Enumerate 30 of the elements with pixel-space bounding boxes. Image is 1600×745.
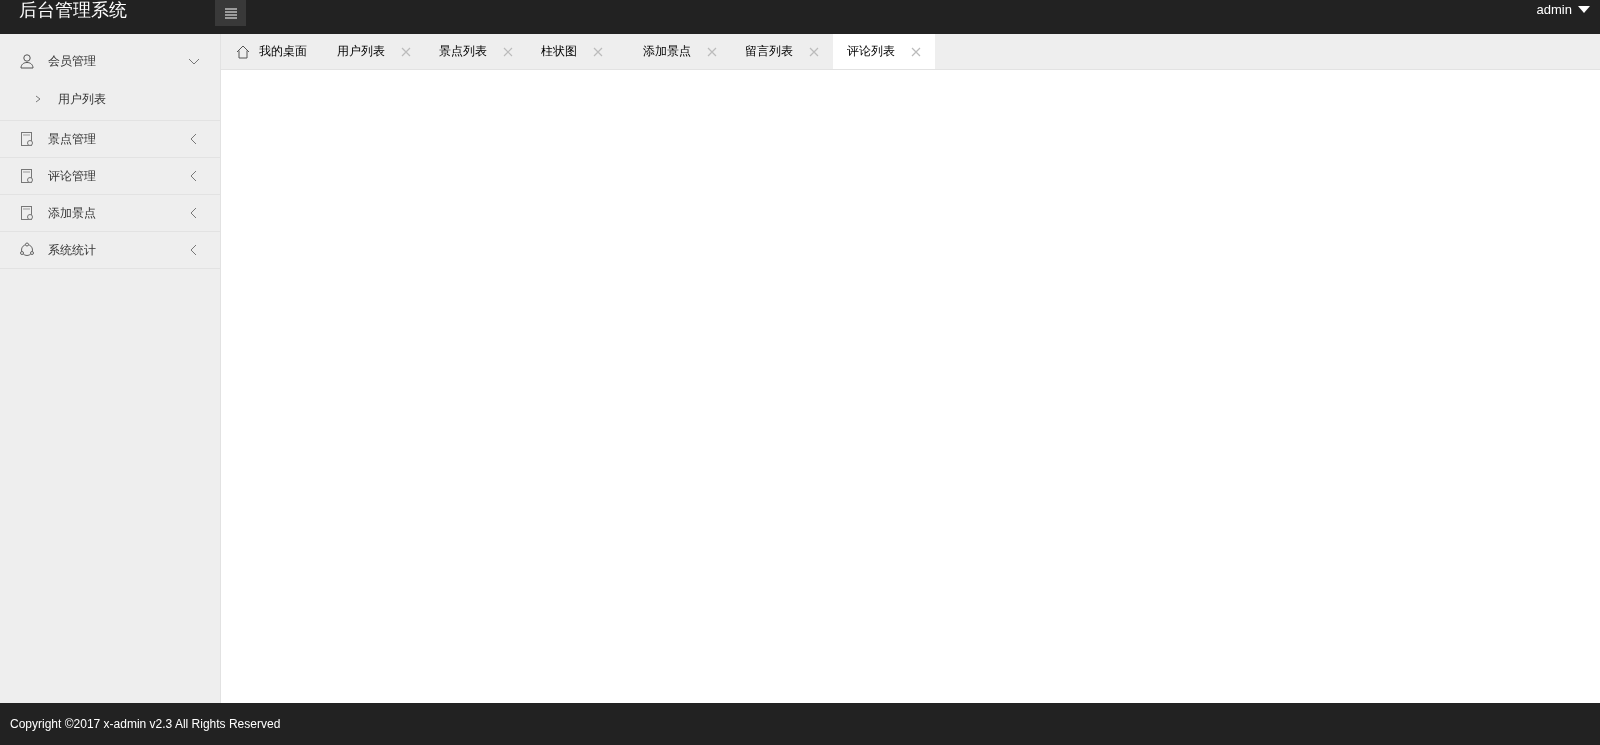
app-title: 后台管理系统 [18,0,128,20]
tab[interactable]: 柱状图 [527,34,629,69]
copyright-text: Copyright ©2017 x-admin v2.3 All Rights Reserved [9,717,281,731]
cycle-icon [19,242,35,258]
sidebar-item[interactable]: 评论管理 [0,158,220,195]
tab[interactable]: 添加景点 [629,34,731,69]
sidebar-item[interactable]: 添加景点 [0,195,220,232]
close-icon [911,46,921,57]
close-icon [707,46,717,57]
user-icon [19,53,35,69]
close-icon [401,46,411,57]
menu-button[interactable] [215,0,246,26]
user-menu[interactable]: admin [1536,1,1590,17]
sidebar-subitem[interactable]: 用户列表 [0,84,220,121]
close-icon [503,46,513,57]
sidebar-item[interactable]: 景点管理 [0,121,220,158]
tab[interactable]: 景点列表 [425,34,527,69]
sidebar-item[interactable]: 系统统计 [0,232,220,269]
document-icon [19,168,35,184]
tab[interactable]: 用户列表 [323,34,425,69]
tab[interactable]: 留言列表 [731,34,833,69]
document-icon [19,131,35,147]
home-icon [235,43,251,60]
close-icon [593,46,603,57]
document-icon [19,205,35,221]
menu-icon [222,5,239,21]
tab[interactable]: 评论列表 [833,34,935,69]
close-icon [809,46,819,57]
tab[interactable]: 我的桌面 [221,34,323,69]
caret-icon [1578,5,1590,13]
